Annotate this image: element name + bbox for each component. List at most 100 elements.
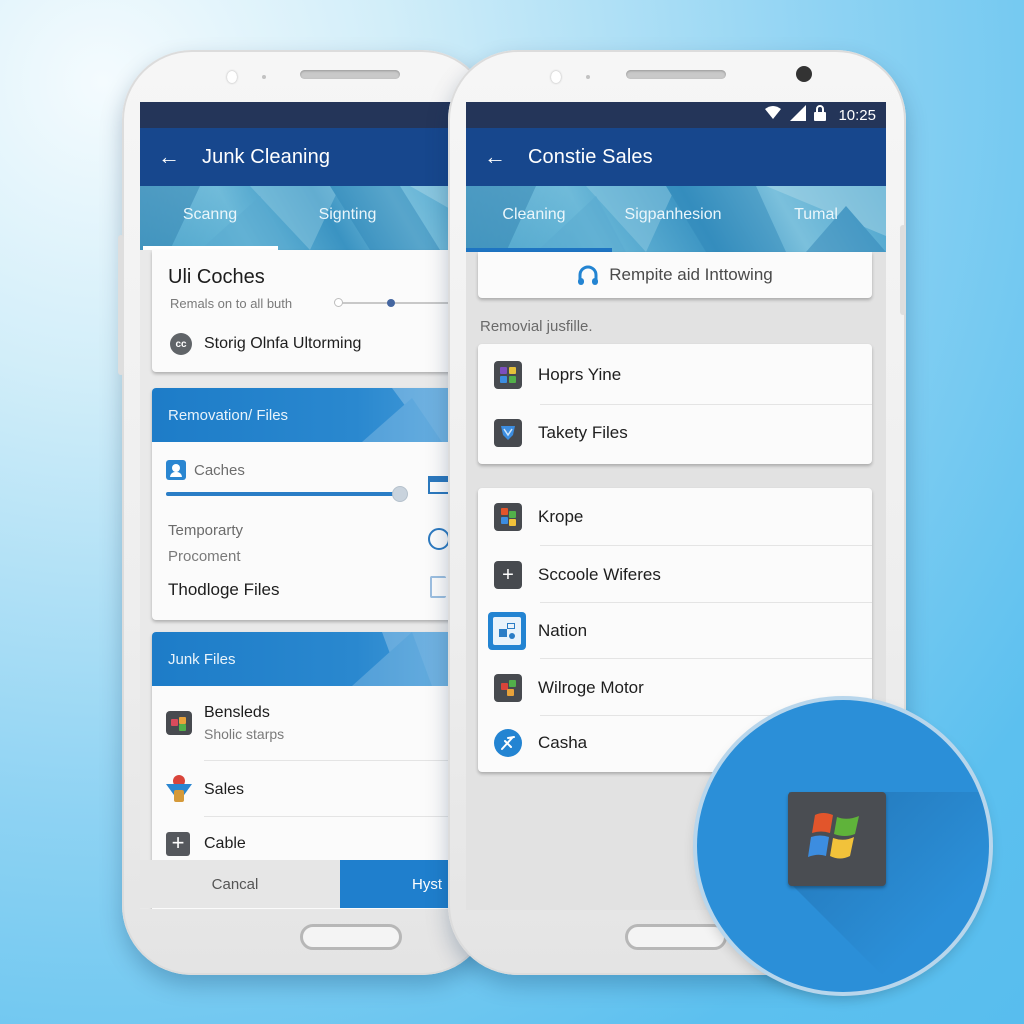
plus-icon: +: [166, 832, 190, 856]
right-phone-home-button[interactable]: [625, 924, 727, 950]
headphones-icon: [577, 264, 599, 286]
list-item-label: Nation: [538, 621, 588, 640]
app-bar: ← Junk Cleaning: [140, 128, 480, 186]
app-grid-icon: [494, 674, 522, 702]
tab-signting[interactable]: Signting: [280, 206, 415, 224]
app-grid-icon: [494, 361, 522, 389]
divider: [540, 404, 872, 405]
divider: [204, 816, 480, 817]
windows-badge[interactable]: [697, 700, 989, 992]
left-phone-home-button[interactable]: [300, 924, 402, 950]
removation-card: Removation/ Files Caches Temporarty Proc…: [152, 388, 480, 620]
junk-item-title: Bensleds: [204, 704, 270, 721]
primary-button-label: Hyst: [412, 875, 442, 893]
list-item[interactable]: Nation: [478, 612, 872, 650]
divider: [204, 760, 480, 761]
storage-icon: [428, 476, 448, 494]
compass-icon: [494, 729, 522, 757]
junk-item[interactable]: Bensleds Sholic starps: [152, 698, 480, 748]
removation-item-0[interactable]: Temporarty: [168, 522, 243, 539]
back-arrow-icon[interactable]: ←: [484, 144, 524, 170]
right-phone-sensor: [551, 71, 561, 83]
status-bar: 10:25: [466, 102, 886, 128]
person-badge-icon: [164, 775, 194, 805]
list-item-label: Takety Files: [538, 423, 628, 442]
shield-app-icon: [494, 419, 522, 447]
list-item[interactable]: Takety Files: [478, 418, 872, 448]
list-item-label: Wilroge Motor: [538, 678, 644, 697]
tab-sigpanhesion-label: Sigpanhesion: [624, 206, 722, 223]
summary-row[interactable]: cc Storig Olnfa Ultorming: [152, 330, 480, 358]
cancel-button-label: Cancal: [211, 875, 259, 893]
list-item-label: Casha: [538, 733, 588, 752]
windows-tile: [788, 792, 886, 886]
tab-cleaning[interactable]: Cleaning: [466, 206, 602, 224]
section-label: Removial jusfille.: [480, 318, 593, 335]
list-item[interactable]: + Sccoole Wiferes: [478, 560, 872, 590]
tab-scanning-label: Scanng: [182, 206, 238, 223]
tab-bar: Scanng Signting: [140, 186, 480, 250]
summary-title: Uli Coches: [168, 266, 265, 288]
junk-item[interactable]: Sales: [152, 772, 480, 808]
junk-item-title: Sales: [204, 781, 245, 798]
removation-footer-label[interactable]: Thodloge Files: [168, 580, 280, 600]
list-item-label: Sccoole Wiferes: [538, 565, 661, 584]
app-title: Junk Cleaning: [202, 145, 331, 168]
left-phone-side-button: [118, 235, 124, 375]
removation-item-1[interactable]: Procoment: [168, 548, 241, 565]
app-grid-icon: [166, 711, 192, 735]
file-group-1: Hoprs Yine Takety Files: [478, 344, 872, 464]
back-arrow-icon[interactable]: ←: [158, 144, 198, 170]
cc-circle-icon: cc: [170, 333, 192, 355]
user-shield-icon: [166, 460, 186, 480]
slider-step-active[interactable]: [387, 299, 395, 307]
diagram-icon: [488, 612, 526, 650]
app-title: Constie Sales: [528, 145, 653, 168]
left-phone-screen: ← Junk Cleaning Scanng Signting Uli Coch…: [140, 102, 480, 909]
right-phone-side-button: [900, 225, 906, 315]
list-item[interactable]: Krope: [478, 502, 872, 532]
tab-signting-label: Signting: [318, 206, 377, 223]
caches-progress-fill: [166, 492, 397, 496]
tab-sigpanhesion[interactable]: Sigpanhesion: [602, 206, 744, 224]
left-phone-earpiece: [300, 70, 400, 79]
tab-scanning[interactable]: Scanng: [140, 206, 280, 224]
list-item[interactable]: Hoprs Yine: [478, 360, 872, 390]
lock-icon: [814, 105, 827, 126]
file-icon: [430, 576, 446, 598]
signal-icon: [790, 105, 807, 126]
status-time: 10:25: [838, 107, 876, 124]
wifi-icon: [764, 105, 782, 126]
slider-step-empty: [334, 298, 343, 307]
tab-bar: Cleaning Sigpanhesion Tumal: [466, 186, 886, 252]
tab-cleaning-label: Cleaning: [502, 206, 566, 223]
list-item-label: Hoprs Yine: [538, 365, 622, 384]
front-camera: [796, 66, 812, 82]
summary-row-label: Storig Olnfa Ultorming: [204, 335, 362, 352]
junk-files-title: Junk Files: [168, 650, 236, 668]
list-item[interactable]: Wilroge Motor: [478, 673, 872, 703]
junk-item-title: Cable: [204, 835, 246, 852]
tab-tumal[interactable]: Tumal: [756, 206, 876, 224]
divider: [540, 658, 872, 659]
summary-subtitle: Remals on to all buth: [170, 296, 293, 311]
action-button[interactable]: Rempite aid Inttowing: [478, 252, 872, 298]
right-phone-earpiece: [626, 70, 726, 79]
tab-tumal-label: Tumal: [794, 206, 838, 223]
app-bar: ← Constie Sales: [466, 128, 886, 186]
junk-item[interactable]: + Cable: [152, 830, 480, 858]
refresh-circle-icon: [428, 528, 450, 550]
junk-item-subtitle: Sholic starps: [204, 726, 285, 742]
removation-card-title: Removation/ Files: [168, 406, 289, 424]
junk-files-card-header: Junk Files: [152, 632, 480, 686]
caches-progress-track: [166, 486, 408, 502]
divider: [540, 602, 872, 603]
plus-icon: +: [494, 561, 522, 589]
cancel-button[interactable]: Cancal: [140, 860, 340, 908]
left-phone-sensor: [227, 71, 237, 83]
right-phone-mic-dot: [586, 75, 590, 79]
action-button-label: Rempite aid Inttowing: [609, 265, 773, 284]
caches-slider-handle[interactable]: [392, 486, 408, 502]
windows-logo-icon: [808, 813, 859, 859]
status-bar: [140, 102, 480, 128]
